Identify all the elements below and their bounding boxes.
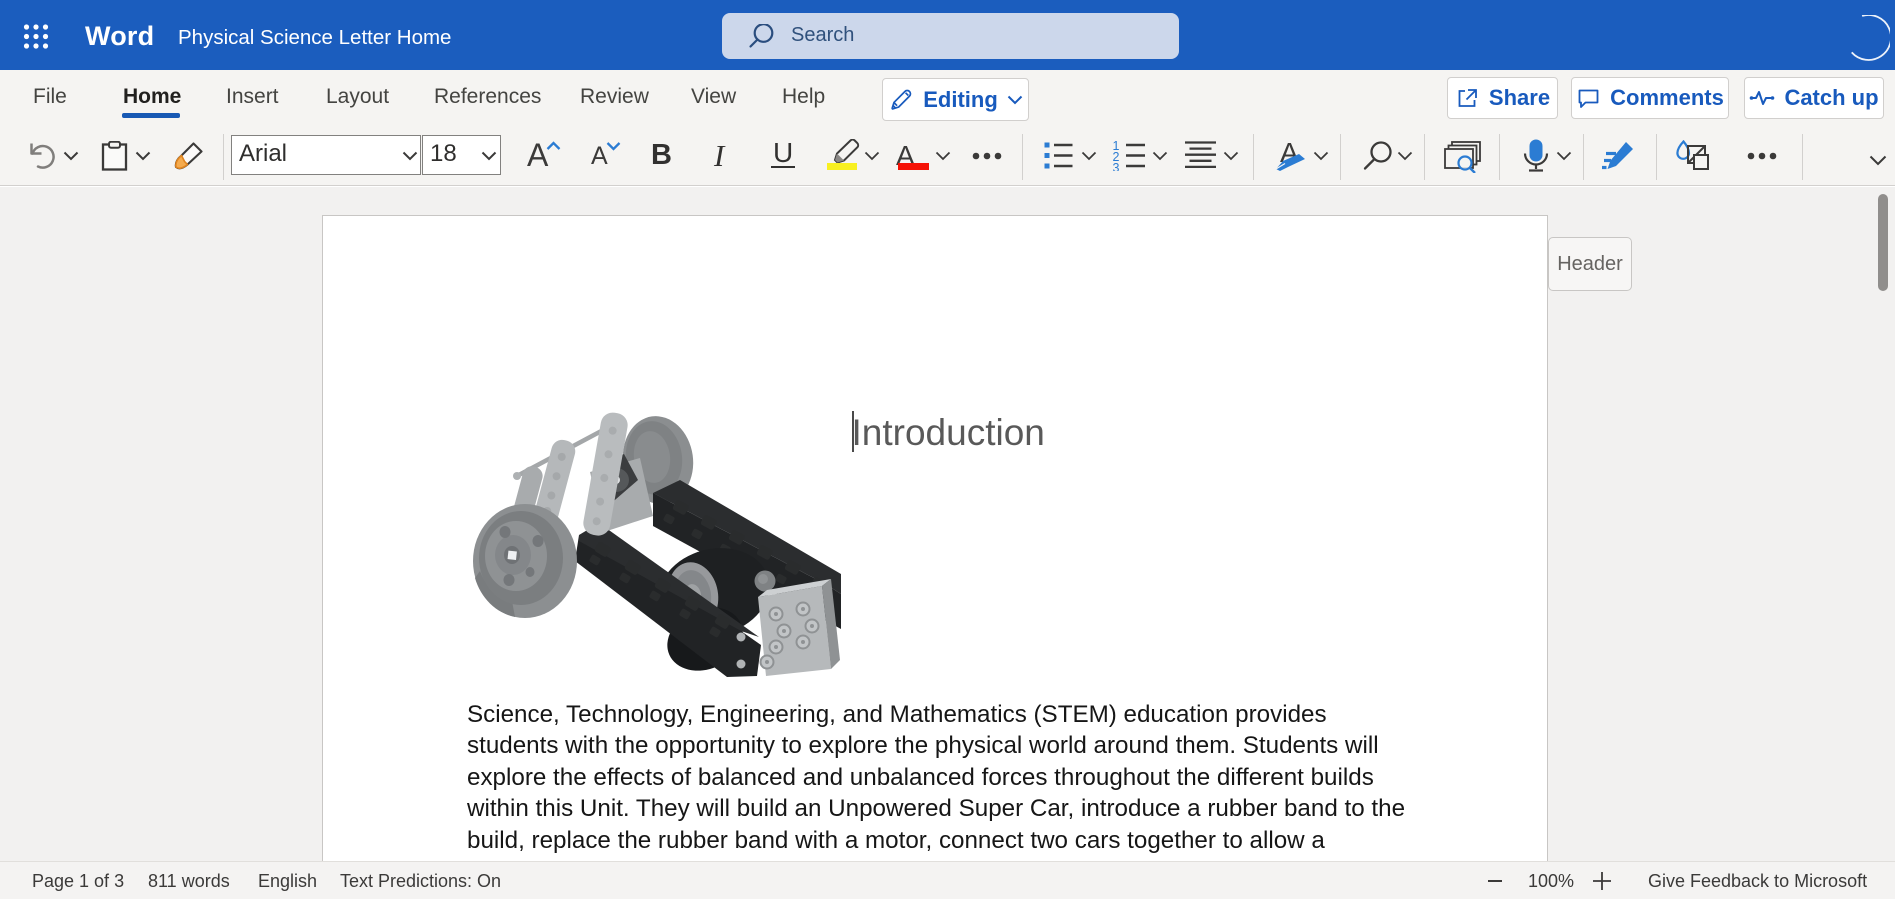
- svg-text:3: 3: [1113, 161, 1120, 171]
